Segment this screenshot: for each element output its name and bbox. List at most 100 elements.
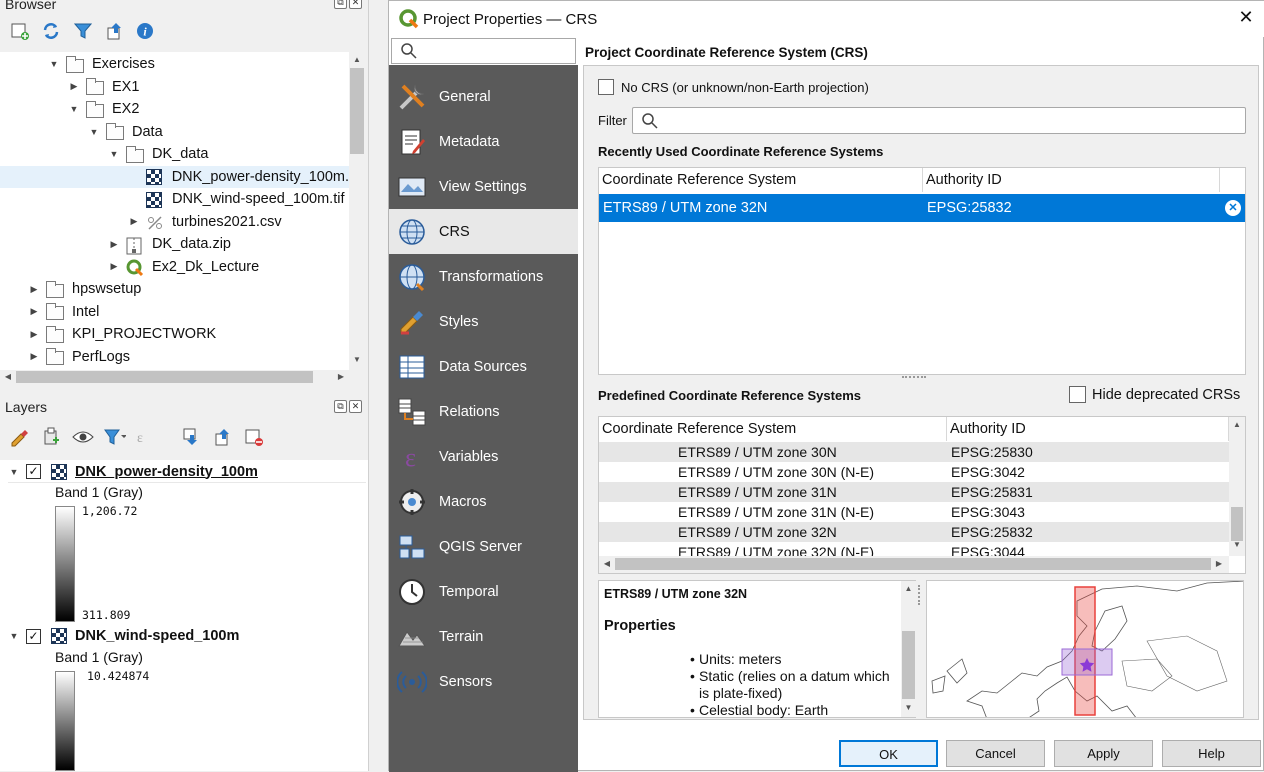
predefined-vscrollbar[interactable]: ▲ ▼ [1229, 417, 1245, 556]
scroll-up-icon[interactable]: ▲ [1229, 420, 1245, 429]
sidebar-item-view-settings[interactable]: View Settings [389, 164, 578, 209]
tree-item[interactable]: DNK_wind-speed_100m.tif [128, 188, 344, 210]
scroll-left-icon[interactable]: ◀ [599, 559, 615, 568]
add-group-icon[interactable] [40, 426, 62, 448]
tree-item[interactable]: ▼ Exercises [48, 53, 155, 75]
chevron-right-icon[interactable]: ▶ [28, 351, 40, 362]
layer-visibility-checkbox[interactable]: ✓ [26, 464, 41, 479]
chevron-right-icon[interactable]: ▶ [28, 284, 40, 295]
no-crs-checkbox[interactable] [598, 79, 614, 95]
filter-icon[interactable] [72, 20, 94, 42]
dock-splitter[interactable] [368, 0, 388, 771]
scroll-thumb-h[interactable] [615, 558, 1211, 570]
info-icon[interactable]: i [134, 20, 156, 42]
table-row[interactable]: ETRS89 / UTM zone 32N EPSG:25832 ✕ [599, 194, 1245, 222]
predefined-crs-table[interactable]: Coordinate Reference System Authority ID… [598, 416, 1246, 574]
help-button[interactable]: Help [1162, 740, 1261, 767]
chevron-down-icon[interactable]: ▼ [68, 104, 80, 114]
apply-button[interactable]: Apply [1054, 740, 1153, 767]
recent-crs-table[interactable]: Coordinate Reference System Authority ID… [598, 167, 1246, 375]
tree-item[interactable]: DNK_power-density_100m. [0, 165, 349, 188]
sidebar-search-input[interactable] [391, 38, 576, 64]
scroll-left-icon[interactable]: ◀ [0, 372, 16, 381]
tree-item[interactable]: ▶ DK_data.zip [108, 233, 231, 255]
scroll-up-icon[interactable]: ▲ [349, 55, 365, 64]
col-header-crs[interactable]: Coordinate Reference System [599, 417, 947, 441]
expand-all-icon[interactable] [180, 426, 202, 448]
scroll-down-icon[interactable]: ▼ [901, 703, 916, 712]
scroll-right-icon[interactable]: ▶ [1211, 559, 1227, 568]
tree-item[interactable]: ▼ EX2 [68, 98, 139, 120]
tree-item[interactable]: ▶ EX1 [68, 76, 139, 98]
col-header-crs[interactable]: Coordinate Reference System [599, 168, 923, 192]
chevron-right-icon[interactable]: ▶ [28, 306, 40, 317]
table-row[interactable]: ETRS89 / UTM zone 32N EPSG:25832 [599, 522, 1229, 542]
dialog-close-button[interactable]: ✕ [1235, 7, 1257, 28]
chevron-right-icon[interactable]: ▶ [128, 216, 140, 227]
sidebar-item-styles[interactable]: Styles [389, 299, 578, 344]
chevron-down-icon[interactable]: ▼ [8, 631, 20, 641]
tree-item[interactable]: ▼ Data [88, 121, 163, 143]
sidebar-item-terrain[interactable]: Terrain [389, 614, 578, 659]
sidebar-item-metadata[interactable]: Metadata [389, 119, 578, 164]
layer-row[interactable]: ▼ ✓ DNK_wind-speed_100m [8, 625, 366, 647]
hide-deprecated-checkbox[interactable] [1069, 386, 1086, 403]
eye-icon[interactable] [72, 426, 94, 448]
browser-hscrollbar[interactable]: ◀ ▶ [0, 370, 349, 385]
sidebar-item-data-sources[interactable]: Data Sources [389, 344, 578, 389]
table-row[interactable]: ETRS89 / UTM zone 30N (N-E) EPSG:3042 [599, 462, 1229, 482]
dialog-titlebar[interactable]: Project Properties — CRS ✕ [389, 1, 1264, 37]
remove-layer-icon[interactable] [243, 426, 265, 448]
chevron-right-icon[interactable]: ▶ [108, 239, 120, 250]
scroll-thumb[interactable] [350, 68, 364, 154]
scroll-down-icon[interactable]: ▼ [1229, 540, 1245, 549]
col-header-authority[interactable]: Authority ID [923, 168, 1220, 192]
layer-name[interactable]: DNK_power-density_100m [75, 464, 258, 480]
sidebar-item-variables[interactable]: ε Variables [389, 434, 578, 479]
chevron-right-icon[interactable]: ▶ [108, 261, 120, 272]
refresh-icon[interactable] [40, 20, 62, 42]
sidebar-item-sensors[interactable]: Sensors [389, 659, 578, 704]
filter-legend-icon[interactable] [104, 426, 126, 448]
tree-item[interactable]: ▶ PerfLogs [28, 346, 130, 368]
remove-recent-icon[interactable]: ✕ [1225, 200, 1241, 216]
table-row[interactable]: ETRS89 / UTM zone 32N (N-E) EPSG:3044 [599, 542, 1229, 556]
chevron-down-icon[interactable]: ▼ [88, 127, 100, 137]
scroll-thumb[interactable] [902, 631, 915, 699]
collapse-layers-icon[interactable] [212, 426, 234, 448]
scroll-down-icon[interactable]: ▼ [349, 355, 365, 364]
layer-visibility-checkbox[interactable]: ✓ [26, 628, 41, 644]
scroll-up-icon[interactable]: ▲ [901, 584, 916, 593]
add-selected-layers-icon[interactable] [9, 20, 31, 42]
sidebar-item-temporal[interactable]: Temporal [389, 569, 578, 614]
ok-button[interactable]: OK [839, 740, 938, 767]
sidebar-item-crs[interactable]: CRS [389, 209, 578, 254]
close-icon[interactable]: ✕ [349, 400, 362, 413]
filter-expression-icon[interactable]: ε [136, 426, 158, 448]
chevron-right-icon[interactable]: ▶ [68, 81, 80, 92]
predefined-rows[interactable]: ETRS89 / UTM zone 30N EPSG:25830 ETRS89 / … [599, 442, 1229, 556]
layer-row[interactable]: ▼ ✓ DNK_power-density_100m [8, 461, 366, 483]
sidebar-item-qgis-server[interactable]: QGIS Server [389, 524, 578, 569]
layers-tree[interactable]: ▼ ✓ DNK_power-density_100m Band 1 (Gray)… [0, 460, 368, 771]
sidebar-item-general[interactable]: General [389, 74, 578, 119]
scroll-thumb[interactable] [1231, 507, 1243, 541]
tree-item[interactable]: ▶ hpswsetup [28, 278, 141, 300]
tree-item[interactable]: ▶ turbines2021.csv [128, 211, 282, 233]
table-row[interactable]: ETRS89 / UTM zone 31N EPSG:25831 [599, 482, 1229, 502]
collapse-all-icon[interactable] [104, 20, 126, 42]
browser-tree[interactable]: ▼ Exercises ▶ EX1 ▼ EX2 ▼ Data ▼ DK_data DNK_power… [0, 52, 349, 370]
scroll-thumb-h[interactable] [16, 371, 313, 383]
browser-vscrollbar[interactable]: ▲ ▼ [349, 52, 366, 370]
tree-item[interactable]: ▶ Intel [28, 301, 99, 323]
tree-item[interactable]: ▼ DK_data [108, 143, 208, 165]
details-vscrollbar[interactable]: ▲ ▼ [901, 581, 916, 717]
float-icon[interactable]: ⧉ [334, 400, 347, 413]
predefined-hscrollbar[interactable]: ◀ ▶ [599, 556, 1229, 573]
close-icon[interactable]: ✕ [349, 0, 362, 9]
table-row[interactable]: ETRS89 / UTM zone 30N EPSG:25830 [599, 442, 1229, 462]
tree-item[interactable]: ▶ KPI_PROJECTWORK [28, 323, 216, 345]
filter-input[interactable] [632, 107, 1246, 134]
chevron-down-icon[interactable]: ▼ [48, 59, 60, 69]
style-manager-icon[interactable] [8, 426, 30, 448]
